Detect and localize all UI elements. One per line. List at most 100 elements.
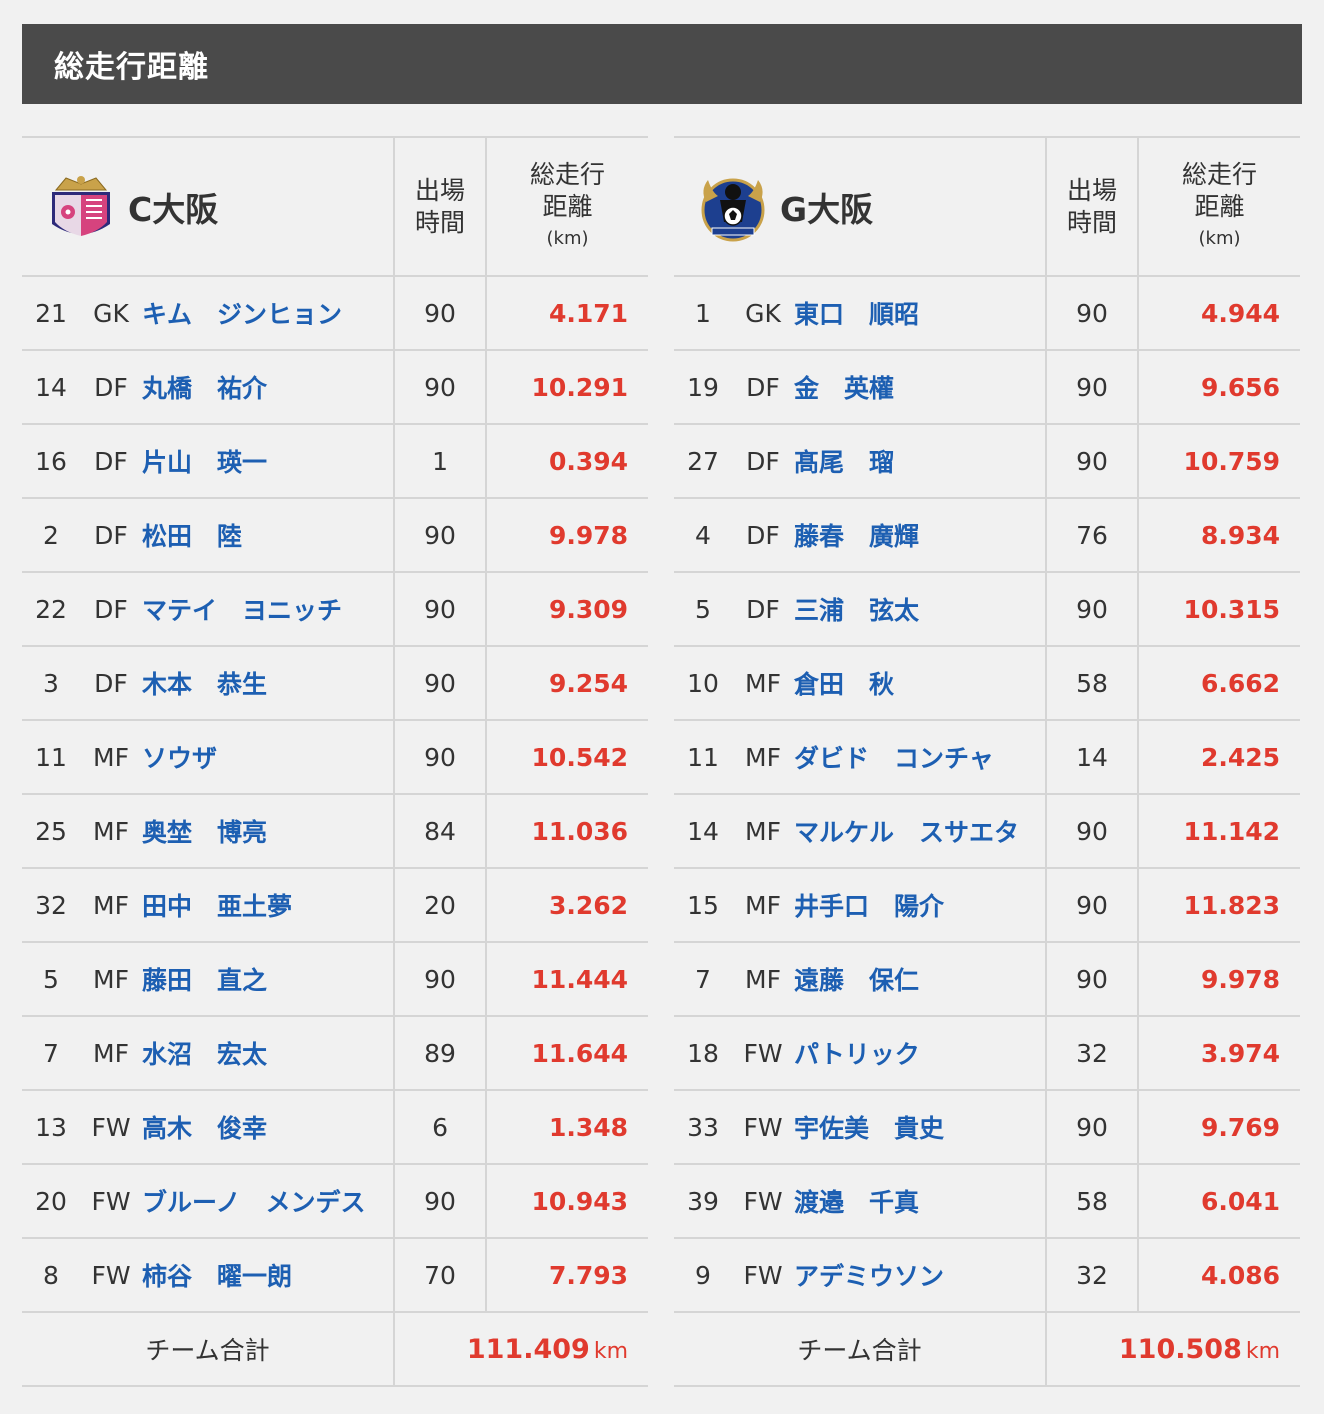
player-minutes: 89: [393, 1016, 488, 1091]
player-name-link[interactable]: マテイ ヨニッチ: [142, 572, 395, 647]
player-distance: 9.978: [486, 498, 649, 573]
player-row: 10 MF 倉田 秋 58 6.662: [674, 646, 1301, 721]
table-header-row: G大阪 出場 時間 総走行 距離 (km): [674, 136, 1301, 277]
player-name-link[interactable]: 遠藤 保仁: [794, 942, 1047, 1017]
player-minutes: 70: [393, 1238, 488, 1313]
player-distance: 2.425: [1138, 720, 1301, 795]
player-number: 21: [22, 276, 80, 351]
player-row: 22 DF マテイ ヨニッチ 90 9.309: [22, 572, 649, 647]
player-position: DF: [80, 498, 142, 573]
player-minutes: 1: [393, 424, 488, 499]
player-name-link[interactable]: 東口 順昭: [794, 276, 1047, 351]
player-number: 32: [22, 868, 80, 943]
player-name-link[interactable]: 奥埜 博亮: [142, 794, 395, 869]
player-distance: 8.934: [1138, 498, 1301, 573]
player-position: FW: [80, 1090, 142, 1165]
player-position: FW: [732, 1238, 794, 1313]
team-header-wrap: C大阪: [46, 170, 393, 244]
player-name-link[interactable]: マルケル スサエタ: [794, 794, 1047, 869]
player-distance: 3.262: [486, 868, 649, 943]
player-name-link[interactable]: 田中 亜土夢: [142, 868, 395, 943]
player-distance: 4.171: [486, 276, 649, 351]
player-name-link[interactable]: 木本 恭生: [142, 646, 395, 721]
player-position: FW: [732, 1164, 794, 1239]
player-minutes: 90: [393, 942, 488, 1017]
player-name-link[interactable]: 藤田 直之: [142, 942, 395, 1017]
player-distance: 10.291: [486, 350, 649, 425]
minutes-column-header: 出場 時間: [393, 136, 488, 277]
player-name-link[interactable]: ダビド コンチャ: [794, 720, 1047, 795]
minutes-column-header: 出場 時間: [1045, 136, 1140, 277]
player-row: 7 MF 水沼 宏太 89 11.644: [22, 1016, 649, 1091]
player-name-link[interactable]: 水沼 宏太: [142, 1016, 395, 1091]
player-number: 20: [22, 1164, 80, 1239]
distance-column-header: 総走行 距離 (km): [1138, 136, 1301, 277]
distance-column-header: 総走行 距離 (km): [486, 136, 649, 277]
player-minutes: 32: [1045, 1016, 1140, 1091]
player-position: DF: [80, 572, 142, 647]
player-name-link[interactable]: 髙尾 瑠: [794, 424, 1047, 499]
player-name-link[interactable]: 高木 俊幸: [142, 1090, 395, 1165]
player-name-link[interactable]: 井手口 陽介: [794, 868, 1047, 943]
player-distance: 9.254: [486, 646, 649, 721]
team-total-unit: km: [593, 1338, 629, 1364]
player-name-link[interactable]: パトリック: [794, 1016, 1047, 1091]
player-position: DF: [732, 572, 794, 647]
player-row: 33 FW 宇佐美 貴史 90 9.769: [674, 1090, 1301, 1165]
team-table-c-osaka: C大阪 出場 時間 総走行 距離 (km) 21 GK キム ジンヒョン 90 4.17…: [22, 136, 649, 1387]
player-position: MF: [80, 942, 142, 1017]
player-name-link[interactable]: ブルーノ メンデス: [142, 1164, 395, 1239]
team-total-row: チーム合計 111.409 km: [22, 1312, 649, 1387]
player-number: 15: [674, 868, 732, 943]
player-position: DF: [732, 350, 794, 425]
player-name-link[interactable]: 渡邉 千真: [794, 1164, 1047, 1239]
player-minutes: 90: [393, 646, 488, 721]
player-distance: 9.309: [486, 572, 649, 647]
player-minutes: 90: [393, 276, 488, 351]
minutes-header-line1: 出場: [415, 175, 466, 205]
player-row: 7 MF 遠藤 保仁 90 9.978: [674, 942, 1301, 1017]
player-distance: 1.348: [486, 1090, 649, 1165]
player-number: 14: [674, 794, 732, 869]
player-name-link[interactable]: 宇佐美 貴史: [794, 1090, 1047, 1165]
player-minutes: 90: [1045, 1090, 1140, 1165]
player-position: FW: [80, 1238, 142, 1313]
player-number: 18: [674, 1016, 732, 1091]
player-distance: 9.978: [1138, 942, 1301, 1017]
player-name-link[interactable]: 藤春 廣輝: [794, 498, 1047, 573]
player-distance: 11.036: [486, 794, 649, 869]
player-name-link[interactable]: 三浦 弦太: [794, 572, 1047, 647]
player-distance: 10.542: [486, 720, 649, 795]
player-position: MF: [732, 646, 794, 721]
team-total-distance: 110.508: [1118, 1333, 1242, 1365]
player-number: 8: [22, 1238, 80, 1313]
distance-header-unit: (km): [546, 227, 589, 249]
player-row: 1 GK 東口 順昭 90 4.944: [674, 276, 1301, 351]
player-minutes: 14: [1045, 720, 1140, 795]
player-distance: 6.662: [1138, 646, 1301, 721]
player-position: DF: [80, 424, 142, 499]
player-name-link[interactable]: アデミウソン: [794, 1238, 1047, 1313]
player-minutes: 90: [393, 1164, 488, 1239]
player-distance: 11.644: [486, 1016, 649, 1091]
player-name-link[interactable]: キム ジンヒョン: [142, 276, 395, 351]
player-name-link[interactable]: 柿谷 曜一朗: [142, 1238, 395, 1313]
player-distance: 11.444: [486, 942, 649, 1017]
player-minutes: 76: [1045, 498, 1140, 573]
player-name-link[interactable]: ソウザ: [142, 720, 395, 795]
distance-header-line1: 総走行: [1182, 159, 1258, 189]
player-name-link[interactable]: 松田 陸: [142, 498, 395, 573]
player-name-link[interactable]: 倉田 秋: [794, 646, 1047, 721]
player-position: DF: [80, 646, 142, 721]
distance-header-line2: 距離: [542, 191, 593, 221]
player-number: 14: [22, 350, 80, 425]
player-distance: 4.086: [1138, 1238, 1301, 1313]
player-name-link[interactable]: 丸橋 祐介: [142, 350, 395, 425]
player-distance: 10.759: [1138, 424, 1301, 499]
player-row: 14 DF 丸橋 祐介 90 10.291: [22, 350, 649, 425]
player-row: 15 MF 井手口 陽介 90 11.823: [674, 868, 1301, 943]
player-name-link[interactable]: 金 英權: [794, 350, 1047, 425]
player-position: FW: [80, 1164, 142, 1239]
player-name-link[interactable]: 片山 瑛一: [142, 424, 395, 499]
player-distance: 10.943: [486, 1164, 649, 1239]
